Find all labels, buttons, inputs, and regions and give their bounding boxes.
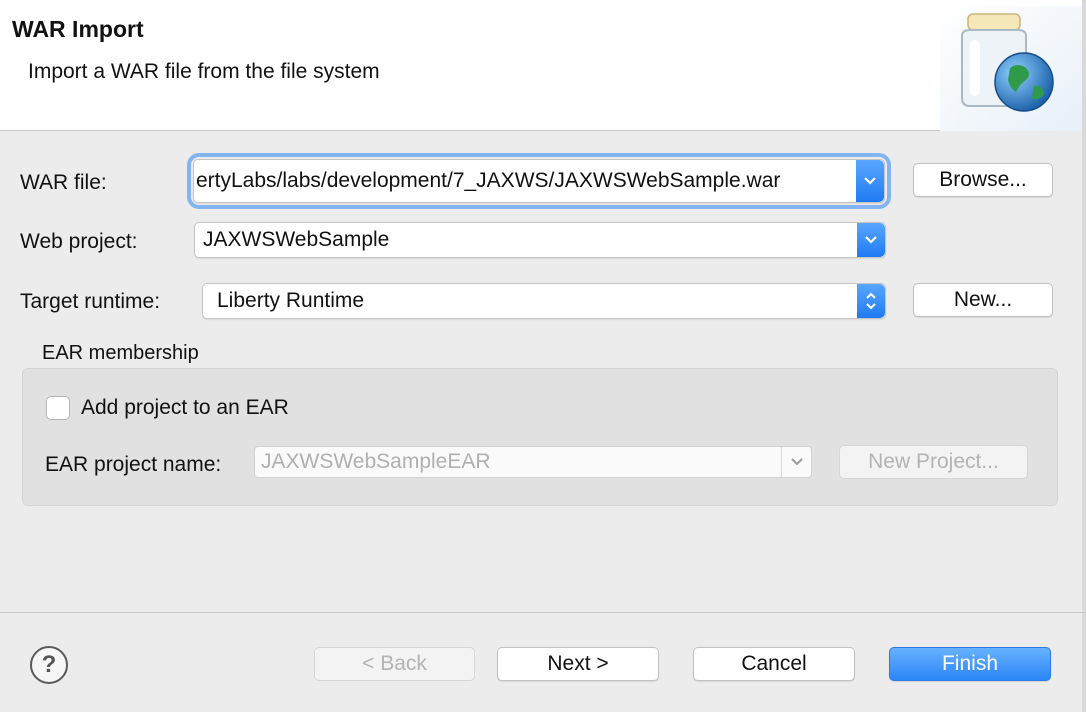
new-ear-project-button: New Project... <box>839 445 1028 479</box>
new-runtime-button[interactable]: New... <box>913 283 1053 317</box>
cancel-button[interactable]: Cancel <box>693 647 855 681</box>
finish-button[interactable]: Finish <box>889 647 1051 681</box>
page-title: WAR Import <box>12 16 144 42</box>
ear-membership-group-label: EAR membership <box>42 342 199 364</box>
help-icon[interactable]: ? <box>30 646 68 684</box>
war-file-label: WAR file: <box>20 171 107 194</box>
web-project-combo[interactable]: JAXWSWebSample <box>194 222 886 258</box>
footer-separator <box>0 612 1086 613</box>
browse-button[interactable]: Browse... <box>913 163 1053 197</box>
war-file-value: ertyLabs/labs/development/7_JAXWS/JAXWSW… <box>196 169 781 192</box>
wizard-header: WAR Import Import a WAR file from the fi… <box>0 0 1086 131</box>
add-to-ear-label[interactable]: Add project to an EAR <box>81 396 289 420</box>
chevron-down-icon[interactable] <box>857 223 885 257</box>
web-project-label: Web project: <box>20 230 138 253</box>
target-runtime-select[interactable]: Liberty Runtime <box>202 283 886 319</box>
ear-project-name-value: JAXWSWebSampleEAR <box>261 450 491 473</box>
back-button: < Back <box>314 647 475 681</box>
ear-membership-group <box>22 368 1058 506</box>
window-edge <box>1082 0 1086 712</box>
add-to-ear-checkbox[interactable] <box>46 396 70 420</box>
target-runtime-value: Liberty Runtime <box>217 289 365 312</box>
page-description: Import a WAR file from the file system <box>28 60 380 83</box>
war-jar-globe-icon <box>940 6 1086 131</box>
chevron-down-icon[interactable] <box>856 160 884 202</box>
chevron-down-icon <box>781 447 811 477</box>
ear-project-name-label: EAR project name: <box>45 453 222 476</box>
next-button[interactable]: Next > <box>497 647 659 681</box>
war-file-combo[interactable]: ertyLabs/labs/development/7_JAXWS/JAXWSW… <box>193 159 885 203</box>
web-project-value: JAXWSWebSample <box>203 228 390 251</box>
chevron-updown-icon[interactable] <box>857 284 885 318</box>
ear-project-name-combo: JAXWSWebSampleEAR <box>254 446 812 478</box>
target-runtime-label: Target runtime: <box>20 290 161 313</box>
